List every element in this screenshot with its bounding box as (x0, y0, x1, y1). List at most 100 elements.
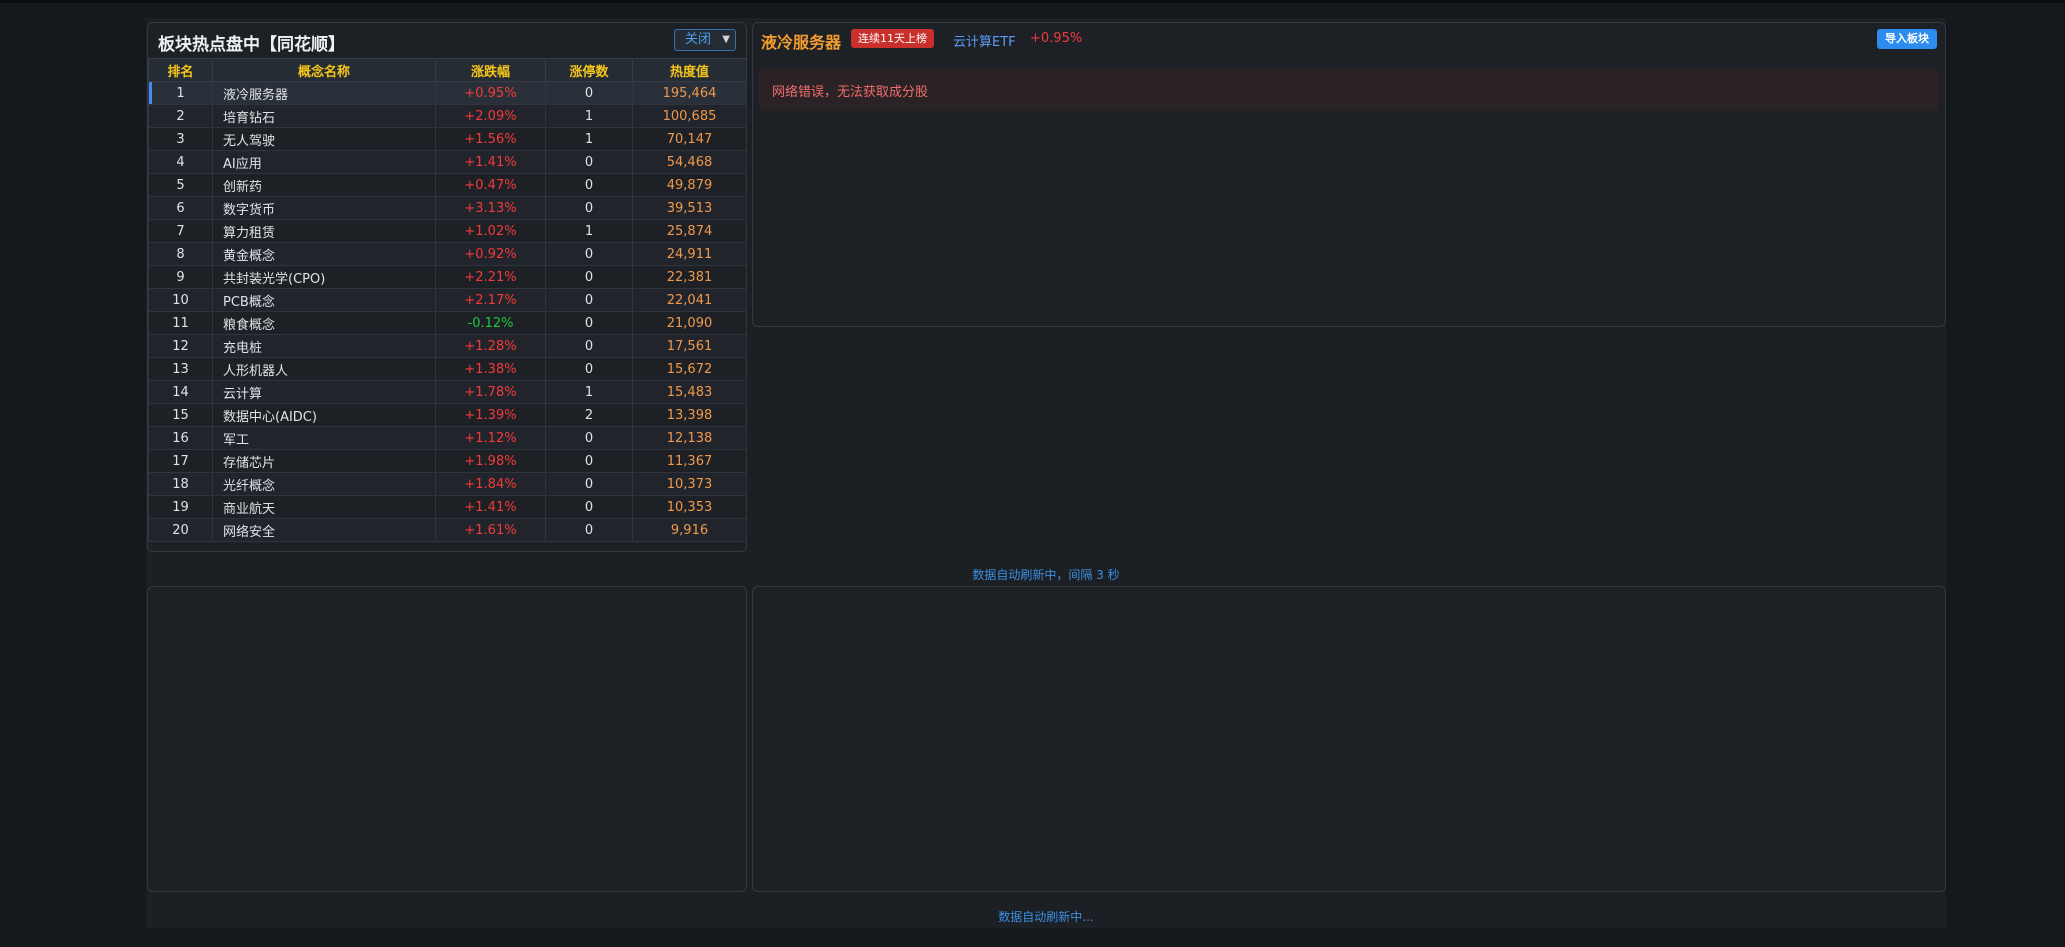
limit-up-cell: 0 (545, 288, 633, 312)
table-row[interactable]: 19 商业航天 +1.41% 0 10,353 (148, 495, 747, 519)
sector-name-cell: 培育钻石 (212, 104, 436, 128)
table-row[interactable]: 11 粮食概念 -0.12% 0 21,090 (148, 311, 747, 335)
limit-up-cell: 0 (545, 242, 633, 266)
change-cell: +1.98% (435, 449, 546, 473)
change-cell: -0.12% (435, 311, 546, 335)
heat-cell: 25,874 (632, 219, 747, 243)
table-row[interactable]: 2 培育钻石 +2.09% 1 100,685 (148, 104, 747, 128)
sector-name-cell: 网络安全 (212, 518, 436, 542)
refresh-status-top: 数据自动刷新中，间隔 3 秒 (972, 568, 1120, 582)
rank-cell: 15 (148, 403, 213, 427)
limit-up-cell: 0 (545, 81, 633, 105)
table-row[interactable]: 5 创新药 +0.47% 0 49,879 (148, 173, 747, 197)
table-row[interactable]: 15 数据中心(AIDC) +1.39% 2 13,398 (148, 403, 747, 427)
heat-cell: 17,561 (632, 334, 747, 358)
select-value: 关闭 (685, 32, 712, 47)
table-row[interactable]: 8 黄金概念 +0.92% 0 24,911 (148, 242, 747, 266)
import-sector-button[interactable]: 导入板块 (1877, 29, 1937, 49)
refresh-toggle-select[interactable]: 关闭 ▼ (674, 29, 736, 51)
rank-cell: 2 (148, 104, 213, 128)
sector-name-cell: 数字货币 (212, 196, 436, 220)
limit-up-cell: 0 (545, 334, 633, 358)
limit-up-cell: 0 (545, 265, 633, 289)
rank-cell: 14 (148, 380, 213, 404)
change-cell: +1.84% (435, 472, 546, 496)
rank-cell: 9 (148, 265, 213, 289)
table-row[interactable]: 16 军工 +1.12% 0 12,138 (148, 426, 747, 450)
table-row[interactable]: 12 充电桩 +1.28% 0 17,561 (148, 334, 747, 358)
column-header-change[interactable]: 涨跌幅 (435, 58, 546, 82)
etf-link[interactable]: 云计算ETF (953, 31, 1016, 50)
rank-cell: 20 (148, 518, 213, 542)
sector-name-cell: AI应用 (212, 150, 436, 174)
sector-name-cell: 粮食概念 (212, 311, 436, 335)
bottom-right-chart-panel (752, 586, 1946, 892)
change-cell: +2.21% (435, 265, 546, 289)
heat-cell: 15,483 (632, 380, 747, 404)
heat-cell: 10,353 (632, 495, 747, 519)
limit-up-cell: 1 (545, 127, 633, 151)
limit-up-cell: 0 (545, 472, 633, 496)
table-row[interactable]: 6 数字货币 +3.13% 0 39,513 (148, 196, 747, 220)
change-cell: +0.95% (435, 81, 546, 105)
sector-name-cell: 人形机器人 (212, 357, 436, 381)
limit-up-cell: 0 (545, 150, 633, 174)
column-header-limit-up[interactable]: 涨停数 (545, 58, 633, 82)
table-row[interactable]: 20 网络安全 +1.61% 0 9,916 (148, 518, 747, 542)
change-cell: +2.09% (435, 104, 546, 128)
rank-cell: 19 (148, 495, 213, 519)
limit-up-cell: 1 (545, 104, 633, 128)
table-row[interactable]: 14 云计算 +1.78% 1 15,483 (148, 380, 747, 404)
sector-detail-panel: 液冷服务器 连续11天上榜 云计算ETF +0.95% 导入板块 网络错误，无法… (752, 22, 1946, 327)
change-cell: +1.41% (435, 495, 546, 519)
sector-name-cell: 军工 (212, 426, 436, 450)
table-row[interactable]: 10 PCB概念 +2.17% 0 22,041 (148, 288, 747, 312)
rank-cell: 16 (148, 426, 213, 450)
heat-cell: 49,879 (632, 173, 747, 197)
bottom-left-chart-panel (147, 586, 747, 892)
table-row[interactable]: 18 光纤概念 +1.84% 0 10,373 (148, 472, 747, 496)
table-row[interactable]: 17 存储芯片 +1.98% 0 11,367 (148, 449, 747, 473)
column-header-name[interactable]: 概念名称 (212, 58, 436, 82)
limit-up-cell: 0 (545, 196, 633, 220)
table-row[interactable]: 1 液冷服务器 +0.95% 0 195,464 (148, 81, 747, 105)
limit-up-cell: 0 (545, 173, 633, 197)
sector-name-cell: 算力租赁 (212, 219, 436, 243)
sector-name-cell: 商业航天 (212, 495, 436, 519)
limit-up-cell: 1 (545, 380, 633, 404)
chevron-down-icon: ▼ (722, 34, 730, 45)
top-strip (0, 0, 2065, 3)
heat-cell: 22,381 (632, 265, 747, 289)
limit-up-cell: 0 (545, 518, 633, 542)
heat-cell: 21,090 (632, 311, 747, 335)
rank-cell: 12 (148, 334, 213, 358)
change-cell: +1.61% (435, 518, 546, 542)
table-row[interactable]: 13 人形机器人 +1.38% 0 15,672 (148, 357, 747, 381)
column-header-rank[interactable]: 排名 (148, 58, 213, 82)
selected-sector-name: 液冷服务器 (761, 33, 842, 52)
change-cell: +0.92% (435, 242, 546, 266)
table-row[interactable]: 4 AI应用 +1.41% 0 54,468 (148, 150, 747, 174)
sector-rank-table: 排名 概念名称 涨跌幅 涨停数 热度值 1 液冷服务器 +0.95% 0 195,464… (148, 58, 747, 542)
refresh-status-bottom: 数据自动刷新中... (998, 910, 1094, 924)
table-row[interactable]: 7 算力租赁 +1.02% 1 25,874 (148, 219, 747, 243)
change-cell: +3.13% (435, 196, 546, 220)
table-row[interactable]: 9 共封装光学(CPO) +2.21% 0 22,381 (148, 265, 747, 289)
rank-cell: 5 (148, 173, 213, 197)
change-cell: +2.17% (435, 288, 546, 312)
table-row[interactable]: 3 无人驾驶 +1.56% 1 70,147 (148, 127, 747, 151)
heat-cell: 13,398 (632, 403, 747, 427)
rank-cell: 4 (148, 150, 213, 174)
error-box: 网络错误，无法获取成分股 (759, 69, 1939, 111)
heat-cell: 70,147 (632, 127, 747, 151)
sector-name-cell: 液冷服务器 (212, 81, 436, 105)
change-cell: +1.56% (435, 127, 546, 151)
table-header-row: 排名 概念名称 涨跌幅 涨停数 热度值 (148, 58, 747, 82)
column-header-heat[interactable]: 热度值 (632, 58, 747, 82)
rank-cell: 8 (148, 242, 213, 266)
etf-change: +0.95% (1030, 31, 1083, 46)
rank-cell: 1 (148, 81, 213, 105)
heat-cell: 22,041 (632, 288, 747, 312)
rank-panel-title: 板块热点盘中【同花顺】 (158, 35, 345, 55)
change-cell: +1.02% (435, 219, 546, 243)
